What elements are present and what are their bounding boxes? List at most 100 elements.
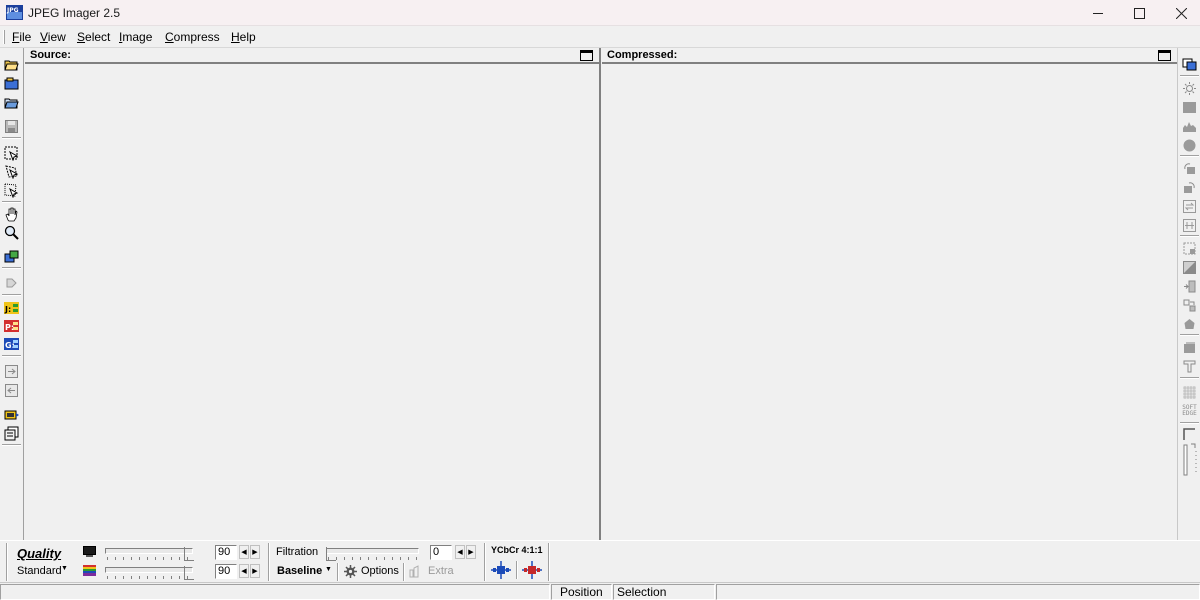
toolbar-separator	[2, 201, 21, 203]
left-toolbar: J: P: G:	[0, 48, 24, 540]
corner-button[interactable]	[1181, 426, 1198, 442]
chroma-slider-thumb[interactable]	[184, 566, 194, 580]
open-folder-button[interactable]	[3, 94, 20, 110]
circle-button[interactable]	[1181, 137, 1198, 153]
compressed-maximize-icon[interactable]	[1158, 50, 1171, 61]
minimize-button[interactable]	[1075, 0, 1121, 26]
mirror-button[interactable]	[1181, 278, 1198, 294]
text-button[interactable]	[1181, 358, 1198, 374]
chroma-quality-slider[interactable]	[105, 567, 193, 573]
status-bar: Position Selection	[0, 582, 1200, 600]
luma-quality-input[interactable]: 90	[215, 545, 237, 560]
flip-h-button[interactable]	[1181, 198, 1198, 214]
toolbar-separator	[516, 561, 518, 579]
select-rect-button[interactable]	[3, 145, 20, 161]
subsampling-411-button[interactable]	[490, 560, 512, 580]
menu-help[interactable]: Help	[231, 30, 256, 44]
png-format-icon: P:	[4, 320, 19, 332]
zoom-button[interactable]	[3, 224, 20, 240]
circle-icon	[1183, 139, 1196, 151]
select-auto-button[interactable]	[3, 182, 20, 198]
pattern-button[interactable]	[1181, 384, 1198, 400]
crop-icon	[1183, 242, 1196, 254]
chroma-quality-input[interactable]: 90	[215, 564, 237, 579]
chroma-decrement-button[interactable]: ◀	[239, 564, 249, 578]
source-maximize-icon[interactable]	[580, 50, 593, 61]
chroma-increment-button[interactable]: ▶	[250, 564, 260, 578]
source-pane-header: Source:	[25, 48, 599, 64]
save-button[interactable]	[3, 118, 20, 134]
toolbar-separator	[2, 444, 21, 446]
app-logo-icon: JPG	[6, 5, 23, 20]
menu-compress[interactable]: Compress	[165, 30, 220, 44]
minimize-icon	[1092, 12, 1103, 14]
menu-view[interactable]: View	[40, 30, 66, 44]
rotate-right-button[interactable]	[1181, 179, 1198, 195]
compression-controls: Quality Standard ▼ 90 ◀ ▶ 90 ◀ ▶ Filtrat…	[0, 540, 1200, 582]
maximize-button[interactable]	[1116, 0, 1162, 26]
flip-h-icon	[1183, 199, 1196, 213]
options-label: Options	[361, 565, 399, 577]
view-both-icon	[1182, 58, 1197, 70]
source-image-area[interactable]	[25, 64, 599, 540]
rectangle-icon	[1183, 101, 1196, 113]
vertical-slider[interactable]	[1181, 443, 1198, 477]
chevron-down-icon: ▼	[61, 565, 68, 572]
compressed-pane-title: Compressed:	[607, 49, 678, 61]
save-icon	[5, 119, 18, 133]
luma-increment-button[interactable]: ▶	[250, 545, 260, 559]
menu-select[interactable]: Select	[77, 30, 110, 44]
encoding-mode-dropdown[interactable]: Baseline ▼	[274, 563, 336, 580]
export-button[interactable]	[3, 382, 20, 398]
flip-v-button[interactable]	[1181, 217, 1198, 233]
view-both-button[interactable]	[1181, 56, 1198, 72]
jpeg-format-button[interactable]: J:	[3, 300, 20, 316]
quality-preset-dropdown[interactable]: Standard ▼	[16, 564, 72, 579]
brightness-button[interactable]	[1181, 80, 1198, 96]
toolbar-separator	[1180, 235, 1199, 237]
filtration-decrement-button[interactable]: ◀	[455, 545, 465, 559]
options-button[interactable]: Options	[343, 563, 401, 580]
compressed-image-area[interactable]	[602, 64, 1177, 540]
encoding-mode-value: Baseline	[277, 565, 323, 577]
open-multiple-button[interactable]	[3, 75, 20, 91]
extra-button[interactable]: Extra	[408, 563, 458, 580]
luma-slider-thumb[interactable]	[184, 547, 194, 561]
hand-button[interactable]	[3, 206, 20, 222]
close-icon	[1175, 7, 1187, 19]
slider-ticks	[328, 557, 419, 560]
crop-button[interactable]	[1181, 240, 1198, 256]
import-button[interactable]	[3, 363, 20, 379]
close-button[interactable]	[1158, 0, 1200, 26]
filtration-slider-thumb[interactable]	[326, 547, 336, 561]
copy-pages-button[interactable]	[3, 425, 20, 441]
luma-quality-slider[interactable]	[105, 548, 193, 554]
select-free-button[interactable]	[3, 163, 20, 179]
transform-button[interactable]	[1181, 297, 1198, 313]
filtration-input[interactable]: 0	[430, 545, 452, 560]
histogram-button[interactable]	[1181, 118, 1198, 134]
menu-file[interactable]: File	[12, 30, 31, 44]
rotate-left-button[interactable]	[1181, 160, 1198, 176]
open-button[interactable]	[3, 56, 20, 72]
maximize-icon	[1133, 7, 1145, 19]
rectangle-button[interactable]	[1181, 99, 1198, 115]
layers-button[interactable]	[1181, 339, 1198, 355]
rotate-button[interactable]	[3, 275, 20, 291]
luma-decrement-button[interactable]: ◀	[239, 545, 249, 559]
source-pane: Source:	[25, 48, 601, 540]
transfer-button[interactable]	[3, 248, 20, 264]
batch-button[interactable]	[3, 406, 20, 422]
layers-icon	[1184, 341, 1195, 353]
subsampling-422-icon	[522, 561, 542, 579]
blob-button[interactable]	[1181, 316, 1198, 332]
png-format-button[interactable]: P:	[3, 318, 20, 334]
status-position: Position	[551, 584, 612, 600]
grayscale-button[interactable]	[1181, 259, 1198, 275]
soft-edge-button[interactable]: SOFT EDGE	[1181, 403, 1198, 419]
filtration-increment-button[interactable]: ▶	[466, 545, 476, 559]
gif-format-button[interactable]: G:	[3, 336, 20, 352]
menu-image[interactable]: Image	[119, 30, 152, 44]
filtration-slider[interactable]	[326, 548, 419, 554]
subsampling-422-button[interactable]	[521, 560, 543, 580]
